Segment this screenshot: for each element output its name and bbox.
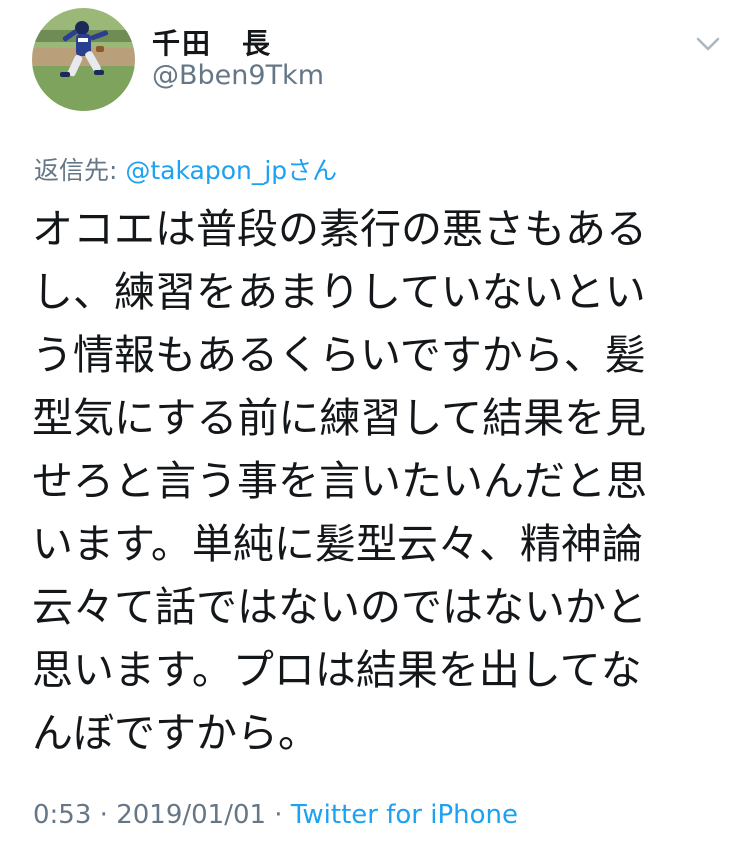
display-name[interactable]: 千田 長 bbox=[152, 22, 272, 62]
meta-separator: · bbox=[266, 800, 291, 830]
tweet-text-line: 思います。プロは結果を出してな bbox=[32, 646, 642, 694]
avatar-photo bbox=[32, 8, 135, 111]
reply-mention-link[interactable]: @takapon_jpさん bbox=[125, 156, 337, 185]
reply-context: 返信先: @takapon_jpさん bbox=[34, 151, 337, 187]
meta-separator: · bbox=[91, 800, 117, 830]
tweet-text-line: せろと言う事を言いたいんだと思 bbox=[32, 457, 647, 505]
tweet-detail: 千田 長 @Bben9Tkm 返信先: @takapon_jpさん オコエは普段… bbox=[0, 0, 750, 863]
avatar[interactable] bbox=[32, 8, 135, 111]
tweet-text-line: 云々て話ではないのではないかと bbox=[32, 583, 647, 631]
tweet-source-link[interactable]: Twitter for iPhone bbox=[291, 800, 518, 830]
tweet-text-line: し、練習をあまりしていないとい bbox=[32, 268, 646, 316]
tweet-date: 2019/01/01 bbox=[116, 800, 267, 830]
tweet-text-line: オコエは普段の素行の悪さもある bbox=[32, 205, 647, 253]
tweet-text-line: 型気にする前に練習して結果を見 bbox=[32, 394, 647, 442]
tweet-text-line: う情報もあるくらいですから、髪 bbox=[32, 331, 646, 379]
reply-prefix: 返信先: bbox=[34, 156, 126, 185]
tweet-text-line: んぼですから。 bbox=[32, 709, 319, 757]
tweet-text: オコエは普段の素行の悪さもある し、練習をあまりしていないとい う情報もあるくら… bbox=[32, 198, 702, 765]
user-handle[interactable]: @Bben9Tkm bbox=[152, 60, 324, 91]
tweet-meta: 0:53 · 2019/01/01 · Twitter for iPhone bbox=[33, 800, 518, 830]
tweet-time: 0:53 bbox=[33, 800, 92, 830]
chevron-down-icon[interactable] bbox=[694, 30, 722, 58]
tweet-text-line: います。単純に髪型云々、精神論 bbox=[32, 520, 643, 568]
